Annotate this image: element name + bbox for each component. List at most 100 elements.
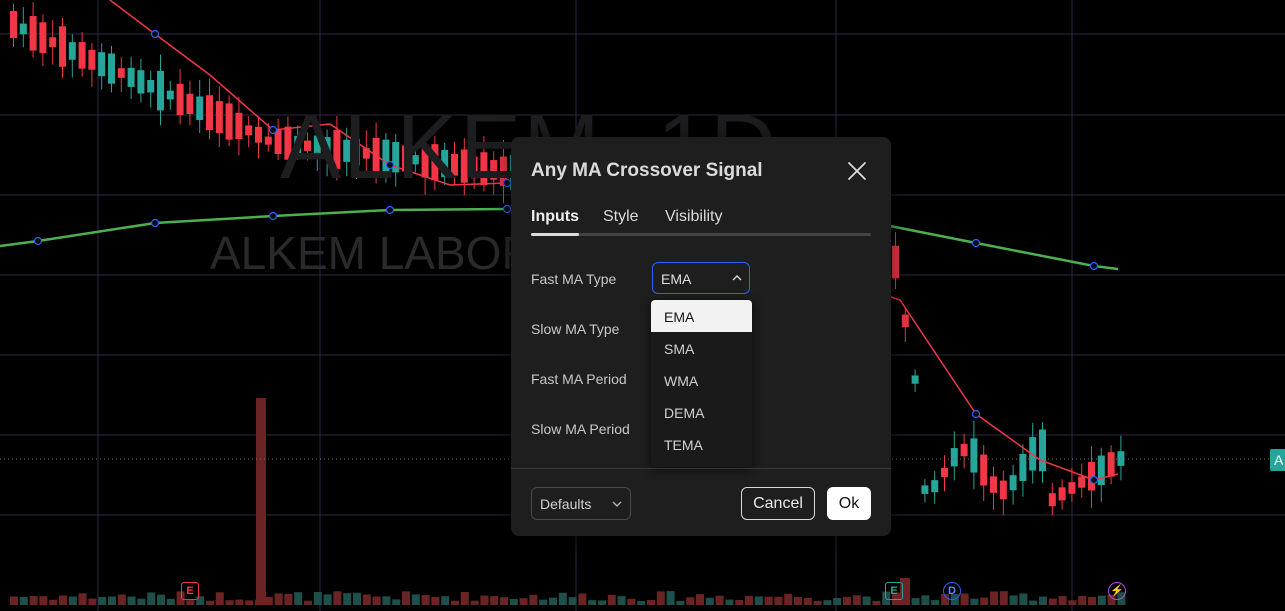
volume-bar: [451, 600, 459, 605]
candle-body: [960, 443, 968, 457]
volume-bar: [39, 596, 48, 605]
candle-body: [49, 37, 57, 47]
volume-bar: [284, 593, 293, 605]
volume-bar: [872, 600, 881, 605]
candle-body: [980, 454, 988, 486]
volume-bar: [1068, 600, 1077, 605]
volume-bar: [647, 600, 655, 605]
volume-bar: [774, 596, 783, 605]
close-icon: [848, 162, 866, 180]
tab-inputs[interactable]: Inputs: [531, 208, 579, 226]
defaults-label: Defaults: [540, 496, 592, 512]
volume-bar: [803, 597, 812, 605]
volume-bar: [852, 595, 861, 605]
tab-track: [531, 233, 871, 236]
candle-body: [255, 126, 262, 143]
candle-body: [921, 485, 929, 494]
candle-body: [1068, 482, 1076, 494]
active-tab-indicator: [531, 233, 579, 236]
fast-ma-type-label: Fast MA Type: [531, 271, 617, 287]
option-sma[interactable]: SMA: [651, 332, 752, 364]
defaults-dropdown-button[interactable]: Defaults: [531, 487, 631, 520]
option-wma[interactable]: WMA: [651, 364, 752, 396]
volume-bar: [362, 594, 371, 605]
candle-body: [39, 22, 47, 54]
volume-bar: [1029, 600, 1038, 605]
volume-bar: [460, 591, 469, 605]
volume-bar: [999, 591, 1008, 605]
volume-bar: [343, 593, 352, 605]
volume-bar: [411, 594, 420, 605]
volume-bar: [78, 593, 87, 605]
candle-body: [245, 125, 253, 136]
slow-ma-period-label: Slow MA Period: [531, 421, 630, 437]
volume-bar: [1078, 595, 1087, 605]
volume-bar: [29, 596, 38, 605]
price-tag: A: [1270, 449, 1285, 471]
ma-point: [385, 205, 395, 215]
volume-bar: [323, 594, 332, 605]
candle-body: [117, 68, 125, 78]
candle-body: [950, 448, 958, 467]
volume-bar: [186, 600, 195, 605]
candle-body: [931, 480, 939, 493]
tab-style[interactable]: Style: [603, 208, 639, 226]
volume-bar: [245, 600, 254, 605]
volume-bar: [470, 600, 479, 605]
candle-body: [1009, 475, 1017, 491]
close-button[interactable]: [845, 159, 869, 183]
volume-bar: [911, 598, 920, 605]
earnings-marker-icon[interactable]: E: [181, 582, 199, 600]
volume-bar: [147, 592, 156, 605]
fast-ma-type-select[interactable]: EMA: [652, 262, 750, 294]
volume-bar: [500, 597, 508, 605]
candle-body: [29, 16, 37, 51]
volume-bar: [225, 600, 234, 605]
fast-ma-period-label: Fast MA Period: [531, 371, 627, 387]
volume-bar: [431, 596, 440, 605]
volume-bar: [509, 598, 518, 605]
volume-bar: [862, 596, 871, 605]
ma-point: [502, 204, 512, 214]
volume-bar: [313, 591, 322, 605]
volume-bar: [970, 598, 979, 605]
slow-ma-type-label: Slow MA Type: [531, 321, 620, 337]
volume-bar: [1088, 596, 1096, 605]
volume-bar: [19, 596, 28, 605]
volume-bar: [823, 600, 832, 605]
volume-bar: [833, 597, 842, 605]
dividend-marker-icon[interactable]: D: [943, 582, 961, 600]
volume-bar: [794, 597, 802, 605]
volume-bar: [931, 600, 940, 605]
volume-bar: [98, 596, 107, 605]
volume-bar: [215, 592, 224, 605]
tab-visibility[interactable]: Visibility: [665, 208, 723, 226]
earnings-marker-icon[interactable]: E: [885, 582, 903, 600]
ma-point: [150, 218, 160, 228]
candle-body: [98, 52, 106, 77]
volume-bar: [108, 596, 116, 605]
volume-bar: [294, 592, 303, 605]
candle-body: [1048, 493, 1056, 507]
ma-point: [971, 238, 981, 248]
volume-bar: [392, 599, 401, 605]
volume-bar: [1039, 596, 1047, 605]
volume-bar: [402, 591, 410, 605]
candle-body: [892, 245, 899, 279]
volume-bar: [607, 594, 616, 605]
option-tema[interactable]: TEMA: [651, 428, 752, 460]
volume-bar: [333, 591, 342, 605]
ok-button[interactable]: Ok: [827, 487, 871, 520]
option-ema[interactable]: EMA: [651, 300, 752, 332]
volume-bar: [1019, 593, 1028, 605]
volume-bar: [382, 596, 391, 605]
candle-body: [1058, 487, 1066, 501]
candle-body: [196, 96, 204, 121]
volume-bar: [1058, 596, 1067, 605]
split-marker-icon[interactable]: ⚡: [1108, 582, 1126, 600]
dialog-title: Any MA Crossover Signal: [531, 160, 763, 181]
option-dema[interactable]: DEMA: [651, 396, 752, 428]
candle-body: [147, 79, 155, 93]
cancel-button[interactable]: Cancel: [741, 487, 815, 520]
candle-body: [157, 70, 164, 111]
